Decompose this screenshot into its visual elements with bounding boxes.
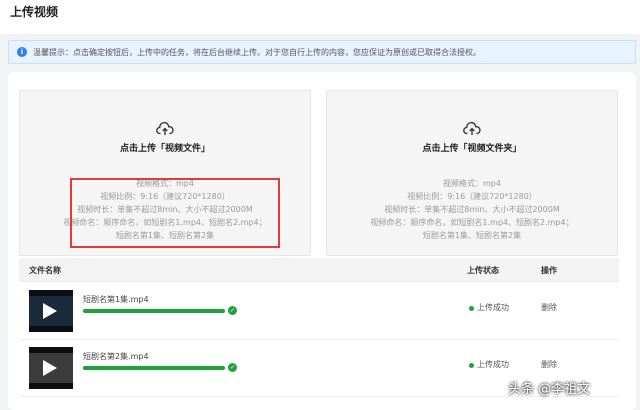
upload-status: 上传成功 [477,360,509,369]
upload-status: 上传成功 [477,303,509,312]
cloud-upload-icon [463,121,481,135]
video-thumbnail [29,290,73,332]
column-filename: 文件名称 [29,266,61,275]
column-status: 上传状态 [467,266,499,275]
cloud-upload-icon [156,121,174,135]
delete-link[interactable]: 删除 [541,302,557,313]
upload-files-card[interactable]: 点击上传「视频文件」 视频格式：mp4 视频比例：9:16（建议720*1280… [19,90,311,256]
file-name: 短剧名第1集.mp4 [83,295,149,304]
column-action: 操作 [541,266,557,275]
notice-banner: i 温馨提示：点击确定按钮后，上传中的任务，将在后台继续上传。对于您自行上传的内… [8,40,636,64]
req-duration: 视频时长：单集不超过8min、大小不超过2000M [384,205,560,214]
req-format: 视频格式：mp4 [443,179,501,188]
upload-folder-title: 点击上传「视频文件夹」 [422,144,522,154]
status-dot-icon [469,306,474,311]
page-title: 上传视频 [10,5,59,19]
req-naming-example: 短剧名第1集、短剧名第2集 [422,231,522,240]
progress-bar [83,366,225,370]
table-row: 短剧名第1集.mp4 ✓ 上传成功 删除 [19,284,619,340]
watermark: 头条 @李祖文 [508,382,591,397]
check-icon: ✓ [228,363,237,372]
table-header: 文件名称 上传状态 操作 [19,258,619,282]
page-header: 上传视频 [0,0,640,34]
info-icon: i [17,47,27,57]
check-icon: ✓ [228,306,237,315]
video-thumbnail [29,347,73,389]
upload-panel: 点击上传「视频文件」 视频格式：mp4 视频比例：9:16（建议720*1280… [8,72,636,410]
notice-text: 温馨提示：点击确定按钮后，上传中的任务，将在后台继续上传。对于您自行上传的内容，… [33,48,481,57]
upload-folder-card[interactable]: 点击上传「视频文件夹」 视频格式：mp4 视频比例：9:16（建议720*128… [326,90,618,256]
upload-files-title: 点击上传「视频文件」 [119,144,210,154]
status-dot-icon [469,363,474,368]
highlight-box [70,178,280,248]
delete-link[interactable]: 删除 [541,359,557,370]
play-icon [43,303,57,319]
play-icon [43,360,57,376]
req-naming: 视频命名：顺序命名，如短剧名1.mp4、短剧名2.mp4； [370,218,574,227]
file-name: 短剧名第2集.mp4 [83,352,149,361]
progress-bar [83,309,225,313]
req-ratio: 视频比例：9:16（建议720*1280） [407,192,537,201]
